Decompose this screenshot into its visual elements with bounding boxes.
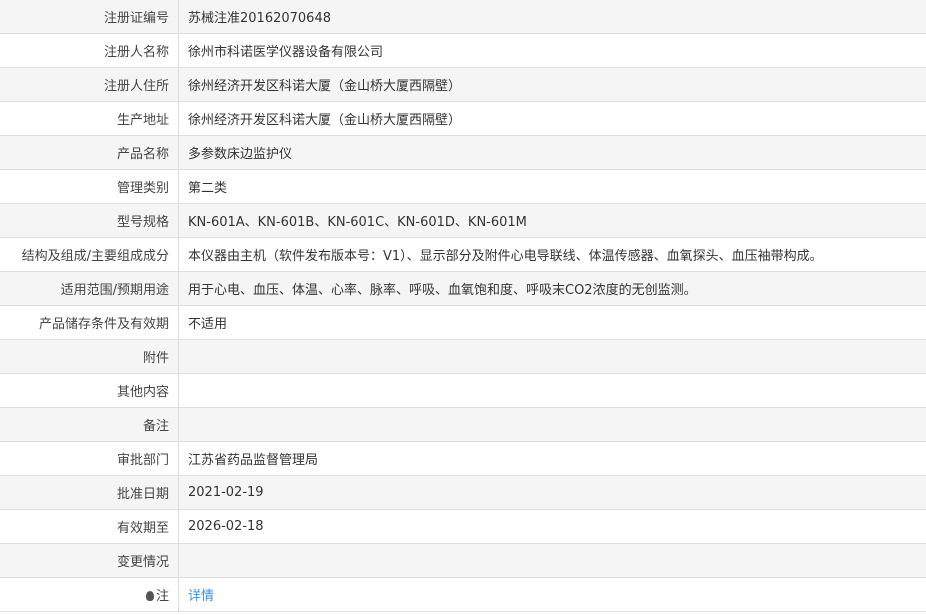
row-label: 变更情况 — [0, 543, 179, 578]
row-label: 注册人住所 — [0, 67, 179, 102]
table-row: 注册证编号 苏械注准20162070648 — [0, 0, 926, 34]
row-label: 产品储存条件及有效期 — [0, 305, 179, 340]
row-value: 徐州经济开发区科诺大厦（金山桥大厦西隔壁） — [178, 67, 926, 102]
row-label: 备注 — [0, 407, 179, 442]
table-row: 审批部门 江苏省药品监督管理局 — [0, 441, 926, 476]
row-label: 适用范围/预期用途 — [0, 271, 179, 306]
table-row: 生产地址 徐州经济开发区科诺大厦（金山桥大厦西隔壁） — [0, 101, 926, 136]
row-label: 生产地址 — [0, 101, 179, 136]
row-label: 结构及组成/主要组成成分 — [0, 237, 179, 272]
row-label: 管理类别 — [0, 169, 179, 204]
row-label: 产品名称 — [0, 135, 179, 170]
row-label: 批准日期 — [0, 475, 179, 510]
table-row: 注册人名称 徐州市科诺医学仪器设备有限公司 — [0, 33, 926, 68]
note-row: 注 详情 — [0, 577, 926, 612]
table-row: 注册人住所 徐州经济开发区科诺大厦（金山桥大厦西隔壁） — [0, 67, 926, 102]
table-row: 变更情况 — [0, 543, 926, 578]
row-value: KN-601A、KN-601B、KN-601C、KN-601D、KN-601M — [178, 203, 926, 238]
row-label: 附件 — [0, 339, 179, 374]
row-label: 注册证编号 — [0, 0, 179, 34]
table-row: 结构及组成/主要组成成分 本仪器由主机（软件发布版本号：V1）、显示部分及附件心电… — [0, 237, 926, 272]
table-row: 适用范围/预期用途 用于心电、血压、体温、心率、脉率、呼吸、血氧饱和度、呼吸末CO… — [0, 271, 926, 306]
row-value: 苏械注准20162070648 — [178, 0, 926, 34]
registration-detail-table: 注册证编号 苏械注准20162070648 注册人名称 徐州市科诺医学仪器设备有限公司… — [0, 0, 926, 612]
row-value: 不适用 — [178, 305, 926, 340]
row-value: 本仪器由主机（软件发布版本号：V1）、显示部分及附件心电导联线、体温传感器、血氧… — [178, 237, 926, 272]
table-row: 其他内容 — [0, 373, 926, 408]
row-value: 用于心电、血压、体温、心率、脉率、呼吸、血氧饱和度、呼吸末CO2浓度的无创监测。 — [178, 271, 926, 306]
row-label: 注册人名称 — [0, 33, 179, 68]
note-label-text: 注 — [155, 589, 169, 604]
note-label: 注 — [0, 577, 179, 612]
row-value — [178, 407, 926, 442]
row-label: 其他内容 — [0, 373, 179, 408]
table-row: 批准日期 2021-02-19 — [0, 475, 926, 510]
table-row: 产品名称 多参数床边监护仪 — [0, 135, 926, 170]
row-value: 第二类 — [178, 169, 926, 204]
row-value: 2026-02-18 — [178, 509, 926, 544]
lightbulb-icon — [145, 591, 154, 601]
row-label: 型号规格 — [0, 203, 179, 238]
row-value: 徐州市科诺医学仪器设备有限公司 — [178, 33, 926, 68]
row-value — [178, 543, 926, 578]
row-value — [178, 339, 926, 374]
table-row: 管理类别 第二类 — [0, 169, 926, 204]
table-row: 备注 — [0, 407, 926, 442]
row-label: 有效期至 — [0, 509, 179, 544]
row-value: 2021-02-19 — [178, 475, 926, 510]
row-label: 审批部门 — [0, 441, 179, 476]
row-value — [178, 373, 926, 408]
row-value: 徐州经济开发区科诺大厦（金山桥大厦西隔壁） — [178, 101, 926, 136]
table-row: 型号规格 KN-601A、KN-601B、KN-601C、KN-601D、KN-6… — [0, 203, 926, 238]
note-value: 详情 — [178, 577, 926, 612]
table-row: 产品储存条件及有效期 不适用 — [0, 305, 926, 340]
row-value: 江苏省药品监督管理局 — [178, 441, 926, 476]
table-row: 有效期至 2026-02-18 — [0, 509, 926, 544]
row-value: 多参数床边监护仪 — [178, 135, 926, 170]
details-link[interactable]: 详情 — [188, 589, 214, 604]
table-row: 附件 — [0, 339, 926, 374]
